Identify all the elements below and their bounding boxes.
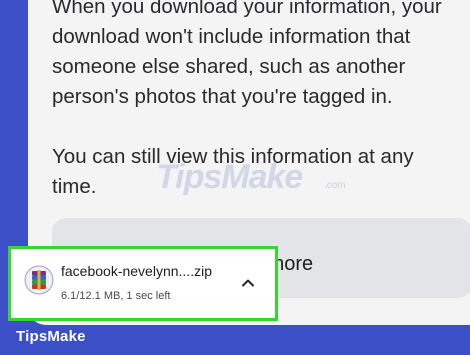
info-paragraph-1: When you download your information, your… xyxy=(52,0,442,108)
chevron-up-icon[interactable] xyxy=(238,273,258,293)
watermark: TipsMake xyxy=(156,158,303,196)
download-file-name[interactable]: facebook-nevelynn....zip xyxy=(61,263,212,279)
winrar-archive-icon xyxy=(24,265,54,295)
watermark-suffix: .com xyxy=(324,180,346,191)
download-item[interactable]: facebook-nevelynn....zip 6.1/12.1 MB, 1 … xyxy=(8,246,278,321)
brand-logo: TipsMake xyxy=(16,328,86,345)
download-progress-status: 6.1/12.1 MB, 1 sec left xyxy=(61,290,171,302)
